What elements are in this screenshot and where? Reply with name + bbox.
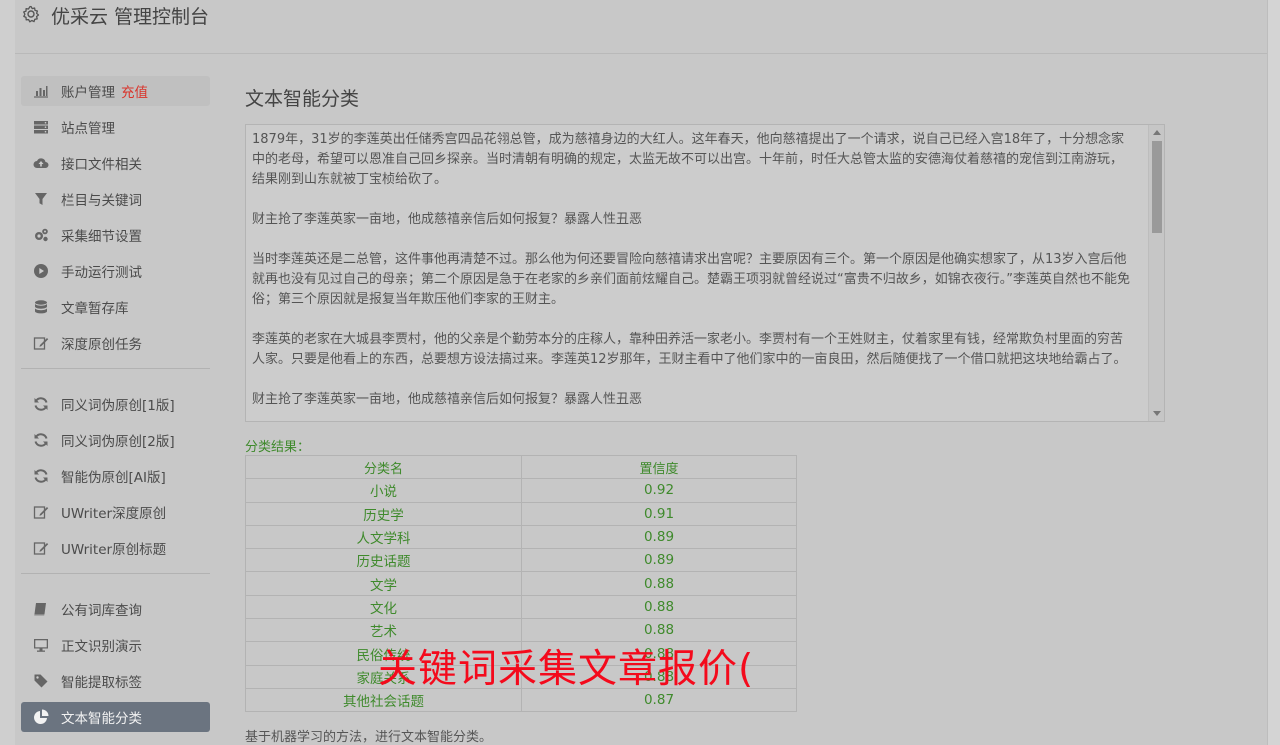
main-content: 文本智能分类 1879年，31岁的李莲英出任储秀宫四品花翎总管，成为慈禧身边的大…: [245, 76, 1245, 745]
sidebar-item-label: 站点管理: [61, 121, 115, 137]
pie-chart-icon: [33, 709, 49, 725]
table-row: 人文学科 0.89: [245, 524, 797, 550]
sidebar-item-label: 同义词伪原创[1版]: [61, 398, 175, 414]
sidebar-item-group1-6[interactable]: 文章暂存库: [21, 292, 210, 322]
category-cell: 人文学科: [245, 524, 522, 550]
sidebar-item-group3-2[interactable]: 智能提取标签: [21, 666, 210, 696]
category-cell: 历史话题: [245, 548, 522, 573]
app-title: 优采云 管理控制台: [51, 6, 210, 28]
category-cell: 文化: [245, 594, 522, 620]
table-row: 文化 0.88: [245, 594, 797, 620]
sidebar: 账户管理 充值站点管理接口文件相关 栏目与关键词 采集细节设置 手动运行测试 文章暂存库深…: [21, 76, 210, 745]
cloud-upload-icon: [33, 155, 49, 171]
cogs-icon: [33, 227, 49, 243]
article-scrollbar[interactable]: [1148, 125, 1164, 421]
scroll-down-arrow-icon[interactable]: [1153, 411, 1161, 416]
edit-icon: [33, 335, 49, 351]
recharge-link[interactable]: 充值: [121, 81, 148, 101]
sidebar-item-label: 栏目与关键词: [61, 193, 142, 209]
category-cell: 历史学: [245, 501, 522, 526]
scroll-up-arrow-icon[interactable]: [1153, 130, 1161, 135]
page-title: 文本智能分类: [245, 88, 360, 110]
sidebar-item-group2-4[interactable]: UWriter原创标题: [21, 533, 210, 563]
sidebar-item-label: 智能提取标签: [61, 675, 142, 691]
article-paragraph: 李莲英的老家在大城县李贾村，他的父亲是个勤劳本分的庄稼人，靠种田养活一家老小。李…: [252, 332, 1127, 367]
database-icon: [33, 299, 49, 315]
sidebar-item-group1-0[interactable]: 账户管理 充值: [21, 76, 210, 106]
article-paragraph: 财主抢了李莲英家一亩地，他成慈禧亲信后如何报复？暴露人性丑恶: [252, 212, 643, 227]
refresh-icon: [33, 468, 49, 484]
sidebar-item-group2-1[interactable]: 同义词伪原创[2版]: [21, 425, 210, 455]
column-header-confidence: 置信度: [521, 454, 797, 480]
sidebar-item-label: 采集细节设置: [61, 229, 142, 245]
article-text: 1879年，31岁的李莲英出任储秀宫四品花翎总管，成为慈禧身边的大红人。这年春天…: [246, 125, 1164, 410]
bar-chart-icon: [33, 83, 49, 99]
article-paragraph: 财主抢了李莲英家一亩地，他成慈禧亲信后如何报复？暴露人性丑恶: [252, 392, 643, 407]
scroll-thumb[interactable]: [1152, 141, 1162, 233]
sidebar-item-group1-3[interactable]: 栏目与关键词: [21, 184, 210, 214]
edit-icon: [33, 504, 49, 520]
category-cell: 小说: [245, 478, 522, 503]
article-paragraph: 当时李莲英还是二总管，这件事他再清楚不过。那么他为何还要冒险向慈禧请求出宫呢？主…: [252, 252, 1130, 307]
refresh-icon: [33, 432, 49, 448]
sidebar-item-label: 正文识别演示: [61, 639, 142, 655]
monitor-icon: [33, 637, 49, 653]
sidebar-item-label: 文本智能分类: [61, 711, 142, 727]
play-circle-icon: [33, 263, 49, 279]
table-header-row: 分类名 置信度: [245, 454, 797, 480]
confidence-cell: 0.88: [521, 571, 797, 596]
book-icon: [33, 601, 49, 617]
refresh-icon: [33, 396, 49, 412]
sidebar-item-group3-0[interactable]: 公有词库查询: [21, 594, 210, 624]
server-icon: [33, 119, 49, 135]
sidebar-divider: [21, 368, 210, 369]
watermark-overlay-text: 关键词采集文章报价(: [378, 647, 755, 692]
gear-icon: [21, 4, 41, 24]
edit-icon: [33, 540, 49, 556]
sidebar-item-group3-1[interactable]: 正文识别演示: [21, 630, 210, 660]
sidebar-item-label: 智能伪原创[AI版]: [61, 470, 166, 486]
sidebar-item-label: 同义词伪原创[2版]: [61, 434, 175, 450]
table-row: 历史话题 0.89: [245, 548, 797, 573]
sidebar-item-group1-2[interactable]: 接口文件相关: [21, 148, 210, 178]
sidebar-item-group3-3[interactable]: 文本智能分类: [21, 702, 210, 732]
column-header-category: 分类名: [245, 454, 522, 480]
confidence-cell: 0.92: [521, 478, 797, 503]
confidence-cell: 0.91: [521, 501, 797, 526]
result-label: 分类结果：: [245, 440, 311, 455]
sidebar-item-group1-5[interactable]: 手动运行测试: [21, 256, 210, 286]
article-textarea[interactable]: 1879年，31岁的李莲英出任储秀宫四品花翎总管，成为慈禧身边的大红人。这年春天…: [245, 124, 1165, 422]
category-cell: 文学: [245, 571, 522, 596]
sidebar-item-group2-3[interactable]: UWriter深度原创: [21, 497, 210, 527]
sidebar-item-label: 接口文件相关: [61, 157, 142, 173]
tag-icon: [33, 673, 49, 689]
app-frame: 优采云 管理控制台 账户管理 充值站点管理接口文件相关 栏目与关键词 采集细节设置 手动…: [15, 0, 1267, 745]
filter-icon: [33, 191, 49, 207]
sidebar-item-group3-4[interactable]: 内容相关度检测: [21, 738, 210, 745]
sidebar-item-label: 文章暂存库: [61, 301, 129, 317]
table-row: 历史学 0.91: [245, 501, 797, 526]
confidence-cell: 0.89: [521, 548, 797, 573]
sidebar-item-label: 手动运行测试: [61, 265, 142, 281]
sidebar-item-group2-0[interactable]: 同义词伪原创[1版]: [21, 389, 210, 419]
confidence-cell: 0.89: [521, 524, 797, 550]
sidebar-item-label: UWriter原创标题: [61, 542, 167, 558]
sidebar-divider: [21, 573, 210, 574]
sidebar-item-label: 账户管理: [61, 85, 115, 101]
confidence-cell: 0.88: [521, 594, 797, 620]
article-paragraph: 1879年，31岁的李莲英出任储秀宫四品花翎总管，成为慈禧身边的大红人。这年春天…: [252, 132, 1125, 187]
table-row: 小说 0.92: [245, 478, 797, 503]
sidebar-item-group1-7[interactable]: 深度原创任务: [21, 328, 210, 358]
sidebar-item-label: UWriter深度原创: [61, 506, 167, 522]
sidebar-item-group1-1[interactable]: 站点管理: [21, 112, 210, 142]
sidebar-item-label: 公有词库查询: [61, 603, 142, 619]
sidebar-item-group2-2[interactable]: 智能伪原创[AI版]: [21, 461, 210, 491]
sidebar-item-group1-4[interactable]: 采集细节设置: [21, 220, 210, 250]
table-row: 文学 0.88: [245, 571, 797, 596]
top-bar: 优采云 管理控制台: [15, 0, 1267, 54]
footnote: 基于机器学习的方法，进行文本智能分类。: [245, 730, 493, 745]
sidebar-item-label: 深度原创任务: [61, 337, 142, 353]
window-edge: [1267, 0, 1280, 745]
